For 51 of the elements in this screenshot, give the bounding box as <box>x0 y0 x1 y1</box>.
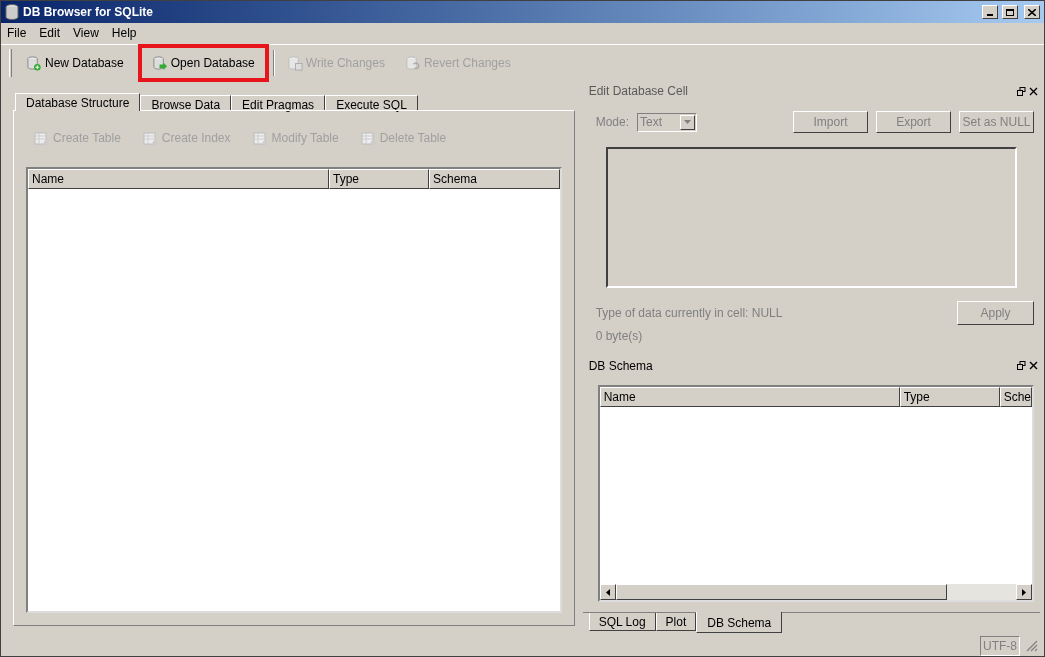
maximize-button[interactable] <box>1002 5 1018 19</box>
close-button[interactable] <box>1024 5 1040 19</box>
database-plus-icon <box>26 54 42 71</box>
toolbar-button[interactable]: New Database <box>20 47 130 78</box>
database-disk-icon <box>286 54 303 71</box>
type-info: Type of data currently in cell: NULL <box>595 304 784 322</box>
menu-item[interactable]: File <box>6 24 28 42</box>
column-header[interactable]: Name <box>28 169 329 189</box>
cell-editor[interactable] <box>605 147 1017 288</box>
database-icon <box>5 4 19 20</box>
database-arrow-icon <box>151 54 168 71</box>
horizontal-scrollbar[interactable] <box>599 584 1032 600</box>
encoding-label: UTF-8 <box>980 636 1020 656</box>
menu-item[interactable]: View <box>72 24 100 42</box>
schema-table[interactable]: Name Type Sche <box>597 384 1034 602</box>
close-icon <box>1028 8 1036 16</box>
tab[interactable]: Database Structure <box>15 93 141 111</box>
minimize-button[interactable] <box>982 5 998 19</box>
column-header[interactable]: Sche <box>999 386 1032 407</box>
tab[interactable]: DB Schema <box>696 612 783 633</box>
tab[interactable]: Execute SQL <box>325 95 418 110</box>
panel-title: Edit Database Cell <box>588 83 690 100</box>
dropdown-arrow-icon <box>684 120 691 124</box>
float-icon[interactable] <box>1017 361 1026 371</box>
menu-item[interactable]: Help <box>110 24 138 42</box>
tab[interactable]: SQL Log <box>588 613 656 631</box>
table-icon <box>142 130 158 146</box>
mode-label: Mode: <box>595 114 629 131</box>
column-header[interactable]: Type <box>899 386 1000 407</box>
table-icon <box>360 130 376 146</box>
scrollbar-thumb[interactable] <box>615 584 947 600</box>
panel-title: DB Schema <box>588 357 654 375</box>
left-arrow-icon[interactable] <box>605 588 610 596</box>
tab[interactable]: Edit Pragmas <box>231 95 326 110</box>
window-title: DB Browser for SQLite <box>23 4 155 21</box>
table-icon <box>34 130 49 146</box>
column-header[interactable]: Name <box>599 386 900 407</box>
resize-grip-icon[interactable] <box>1026 640 1038 652</box>
column-header[interactable]: Type <box>329 169 429 189</box>
column-header[interactable]: Schema <box>429 169 560 189</box>
menu-item[interactable]: Edit <box>38 24 62 42</box>
right-arrow-icon[interactable] <box>1022 588 1026 596</box>
tab[interactable]: Browse Data <box>140 95 232 110</box>
size-info: 0 byte(s) <box>595 327 644 345</box>
database-arrow-icon <box>404 54 421 71</box>
close-icon[interactable] <box>1029 361 1038 371</box>
structure-table[interactable]: Name Type Schema <box>26 167 562 613</box>
float-icon[interactable] <box>1017 86 1026 96</box>
table-icon <box>252 130 268 146</box>
close-icon[interactable] <box>1029 86 1038 96</box>
toolbar-button[interactable]: Open Database <box>141 47 265 78</box>
